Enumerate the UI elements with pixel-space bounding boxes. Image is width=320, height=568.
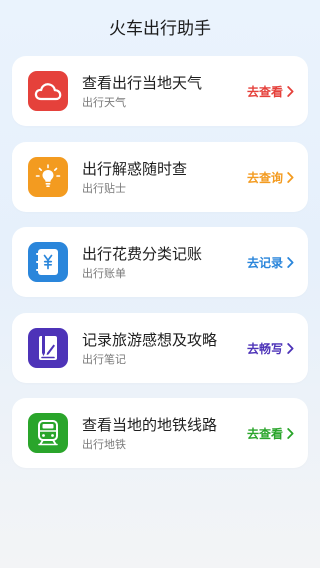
card-weather[interactable]: 查看出行当地天气 出行天气 去查看 (12, 56, 308, 126)
subway-icon (28, 413, 68, 453)
card-title: 查看出行当地天气 (82, 73, 203, 92)
view-weather-button[interactable]: 去查看 (247, 83, 294, 100)
card-subtitle: 出行贴士 (82, 181, 126, 195)
card-tips[interactable]: 出行解惑随时查 出行贴士 去查询 (12, 142, 308, 212)
card-expenses[interactable]: 出行花费分类记账 出行账单 去记录 (12, 227, 308, 297)
chevron-right-icon (287, 342, 294, 354)
lightbulb-icon (28, 157, 68, 197)
card-title: 出行解惑随时查 (82, 159, 188, 178)
query-tips-button[interactable]: 去查询 (247, 169, 294, 186)
card-title: 出行花费分类记账 (82, 244, 203, 263)
action-label: 去查询 (246, 170, 283, 185)
action-label: 去查看 (246, 426, 283, 441)
cloud-icon (28, 71, 68, 111)
card-subtitle: 出行账单 (82, 266, 126, 280)
page-title: 火车出行助手 (109, 19, 211, 39)
chevron-right-icon (287, 256, 294, 268)
card-subtitle: 出行天气 (82, 95, 126, 109)
action-label: 去查看 (246, 84, 283, 99)
chevron-right-icon (287, 85, 294, 97)
card-title: 查看当地的地铁线路 (82, 415, 218, 434)
card-title: 记录旅游感想及攻略 (82, 330, 218, 349)
card-subtitle: 出行地铁 (82, 437, 126, 451)
yuan-ledger-icon (28, 242, 68, 282)
action-label: 去记录 (246, 255, 283, 270)
chevron-right-icon (287, 427, 294, 439)
card-notes[interactable]: 记录旅游感想及攻略 出行笔记 去畅写 (12, 313, 308, 383)
chevron-right-icon (287, 171, 294, 183)
pen-note-icon (28, 328, 68, 368)
card-subtitle: 出行笔记 (82, 352, 126, 366)
record-expense-button[interactable]: 去记录 (247, 254, 294, 271)
action-label: 去畅写 (246, 341, 283, 356)
card-subway[interactable]: 查看当地的地铁线路 出行地铁 去查看 (12, 398, 308, 468)
write-notes-button[interactable]: 去畅写 (247, 340, 294, 357)
view-subway-button[interactable]: 去查看 (247, 425, 294, 442)
